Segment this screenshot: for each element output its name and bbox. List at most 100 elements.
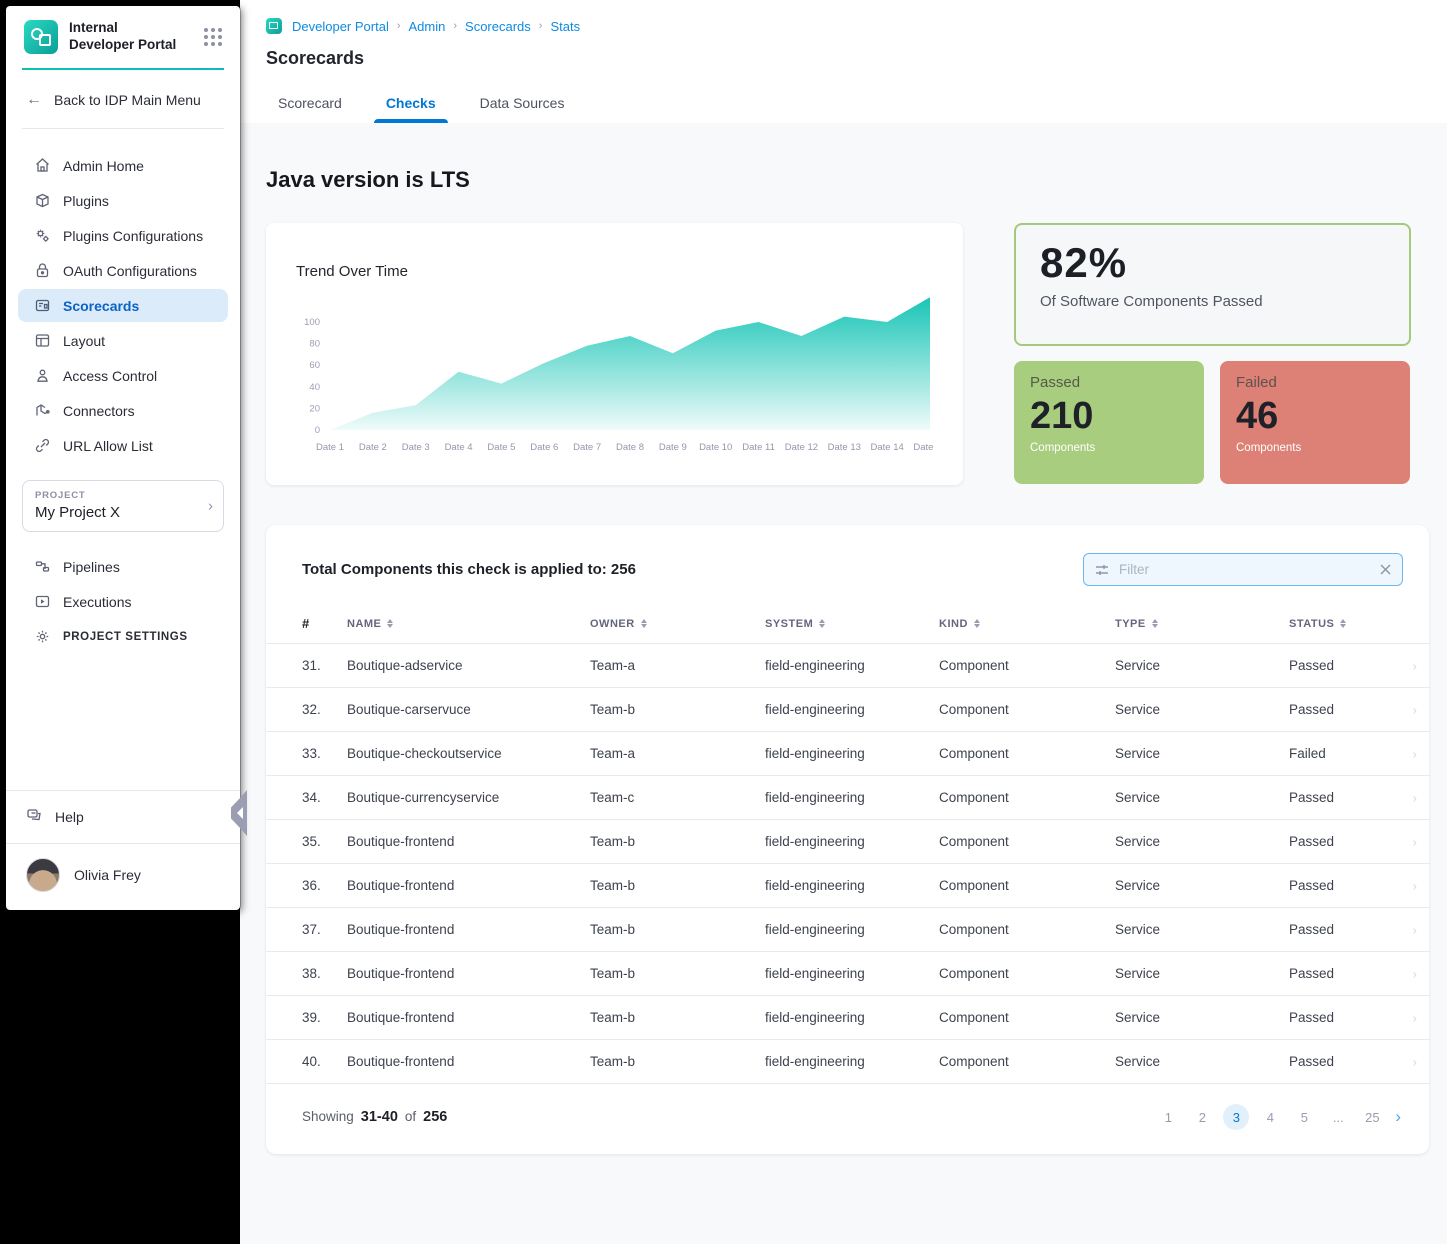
table-row[interactable]: 40.Boutique-frontendTeam-bfield-engineer…	[266, 1040, 1429, 1084]
cell-status: Passed	[1289, 1054, 1419, 1069]
cell-system: field-engineering	[765, 966, 939, 981]
project-selector[interactable]: PROJECT My Project X ›	[22, 480, 224, 532]
breadcrumb-item-admin[interactable]: Admin	[409, 19, 446, 34]
project-label: PROJECT	[35, 490, 195, 501]
back-to-main-menu-button[interactable]: ← Back to IDP Main Menu	[6, 70, 240, 128]
filter-box[interactable]	[1083, 553, 1403, 586]
cell-type: Service	[1115, 746, 1289, 761]
column-header-system[interactable]: SYSTEM	[765, 618, 939, 630]
breadcrumb-item-scorecards[interactable]: Scorecards	[465, 19, 531, 34]
trend-chart-card: Trend Over Time 020406080100Date 1Date 2…	[266, 223, 963, 485]
content: Java version is LTS Trend Over Time 0204…	[240, 167, 1447, 1154]
cell-kind: Component	[939, 834, 1115, 849]
table-body: 31.Boutique-adserviceTeam-afield-enginee…	[266, 644, 1429, 1084]
pagination-page-2[interactable]: 2	[1189, 1104, 1215, 1130]
summary-cards: 82% Of Software Components Passed Passed…	[1014, 223, 1411, 485]
main-area: Developer Portal›Admin›Scorecards›Stats …	[240, 0, 1447, 1244]
table-row[interactable]: 39.Boutique-frontendTeam-bfield-engineer…	[266, 996, 1429, 1040]
sort-icon[interactable]	[1152, 619, 1158, 628]
app-grid-icon[interactable]	[202, 26, 224, 48]
cell-type: Service	[1115, 1054, 1289, 1069]
tab-checks[interactable]: Checks	[386, 95, 436, 123]
sidebar-item-plugins-configurations[interactable]: Plugins Configurations	[18, 219, 228, 252]
sidebar-item-layout[interactable]: Layout	[18, 324, 228, 357]
row-chevron-icon: ›	[1413, 878, 1417, 893]
cell-owner: Team-b	[590, 878, 765, 893]
column-label: KIND	[939, 618, 968, 630]
close-icon[interactable]	[1379, 563, 1392, 576]
column-header-status[interactable]: STATUS	[1289, 618, 1419, 630]
cell-kind: Component	[939, 746, 1115, 761]
sort-icon[interactable]	[641, 619, 647, 628]
table-row[interactable]: 38.Boutique-frontendTeam-bfield-engineer…	[266, 952, 1429, 996]
user-profile[interactable]: Olivia Frey	[6, 843, 240, 910]
table-row[interactable]: 33.Boutique-checkoutserviceTeam-afield-e…	[266, 732, 1429, 776]
column-header-kind[interactable]: KIND	[939, 618, 1115, 630]
cell-system: field-engineering	[765, 790, 939, 805]
failed-unit: Components	[1236, 442, 1394, 454]
sidebar-item-executions[interactable]: Executions	[18, 585, 228, 618]
sidebar-item-admin-home[interactable]: Admin Home	[18, 149, 228, 182]
sidebar-item-pipelines[interactable]: Pipelines	[18, 550, 228, 583]
layout-icon	[34, 332, 51, 349]
sidebar-item-access-control[interactable]: Access Control	[18, 359, 228, 392]
sidebar-item-label: Plugins	[63, 193, 109, 209]
breadcrumb-item-stats[interactable]: Stats	[550, 19, 580, 34]
pagination-page-4[interactable]: 4	[1257, 1104, 1283, 1130]
cell-system: field-engineering	[765, 922, 939, 937]
table-row[interactable]: 36.Boutique-frontendTeam-bfield-engineer…	[266, 864, 1429, 908]
table-row[interactable]: 31.Boutique-adserviceTeam-afield-enginee…	[266, 644, 1429, 688]
sidebar-item-scorecards[interactable]: Scorecards	[18, 289, 228, 322]
sidebar-item-url-allow-list[interactable]: URL Allow List	[18, 429, 228, 462]
cell-owner: Team-b	[590, 966, 765, 981]
cell-name: Boutique-frontend	[347, 922, 590, 937]
percent-passed-card: 82% Of Software Components Passed	[1014, 223, 1411, 346]
row-index: 31.	[302, 658, 347, 673]
table-row[interactable]: 35.Boutique-frontendTeam-bfield-engineer…	[266, 820, 1429, 864]
help-button[interactable]: Help	[6, 790, 240, 843]
row-chevron-icon: ›	[1413, 790, 1417, 805]
cell-status: Passed	[1289, 922, 1419, 937]
trend-area-series	[330, 297, 930, 430]
sort-icon[interactable]	[819, 619, 825, 628]
tab-data-sources[interactable]: Data Sources	[480, 95, 565, 123]
x-axis-tick: Date 4	[445, 442, 473, 453]
cell-name: Boutique-currencyservice	[347, 790, 590, 805]
sidebar-item-label: Plugins Configurations	[63, 228, 203, 244]
column-header-owner[interactable]: OWNER	[590, 618, 765, 630]
row-chevron-icon: ›	[1413, 966, 1417, 981]
table-row[interactable]: 32.Boutique-carservuceTeam-bfield-engine…	[266, 688, 1429, 732]
sort-icon[interactable]	[1340, 619, 1346, 628]
sidebar-item-plugins[interactable]: Plugins	[18, 184, 228, 217]
column-header-name[interactable]: NAME	[347, 618, 590, 630]
column-header-type[interactable]: TYPE	[1115, 618, 1289, 630]
row-chevron-icon: ›	[1413, 658, 1417, 673]
sidebar-item-oauth-configurations[interactable]: OAuth Configurations	[18, 254, 228, 287]
sidebar-item-label: Access Control	[63, 368, 157, 384]
breadcrumb-portal-icon	[266, 18, 282, 34]
breadcrumb-item-developer-portal[interactable]: Developer Portal	[292, 19, 389, 34]
pagination-page-1[interactable]: 1	[1155, 1104, 1181, 1130]
pagination-page-25[interactable]: 25	[1359, 1104, 1385, 1130]
cell-owner: Team-a	[590, 658, 765, 673]
avatar	[26, 858, 60, 892]
tab-scorecard[interactable]: Scorecard	[278, 95, 342, 123]
sort-icon[interactable]	[974, 619, 980, 628]
sidebar-item-project-settings[interactable]: PROJECT SETTINGS	[18, 620, 228, 653]
y-axis-tick: 80	[309, 339, 320, 350]
sort-icon[interactable]	[387, 619, 393, 628]
logo-row: Internal Developer Portal	[6, 6, 240, 64]
cell-status: Passed	[1289, 1010, 1419, 1025]
table-row[interactable]: 37.Boutique-frontendTeam-bfield-engineer…	[266, 908, 1429, 952]
pagination-next-button[interactable]: ›	[1393, 1107, 1403, 1127]
pagination-page-5[interactable]: 5	[1291, 1104, 1317, 1130]
sidebar-item-connectors[interactable]: Connectors	[18, 394, 228, 427]
cell-owner: Team-b	[590, 1010, 765, 1025]
sidebar-secondary-nav: PipelinesExecutionsPROJECT SETTINGS	[6, 538, 240, 655]
filter-input[interactable]	[1119, 562, 1370, 577]
cell-system: field-engineering	[765, 878, 939, 893]
column-label: TYPE	[1115, 618, 1146, 630]
pagination-page-3[interactable]: 3	[1223, 1104, 1249, 1130]
cell-status: Passed	[1289, 702, 1419, 717]
table-row[interactable]: 34.Boutique-currencyserviceTeam-cfield-e…	[266, 776, 1429, 820]
